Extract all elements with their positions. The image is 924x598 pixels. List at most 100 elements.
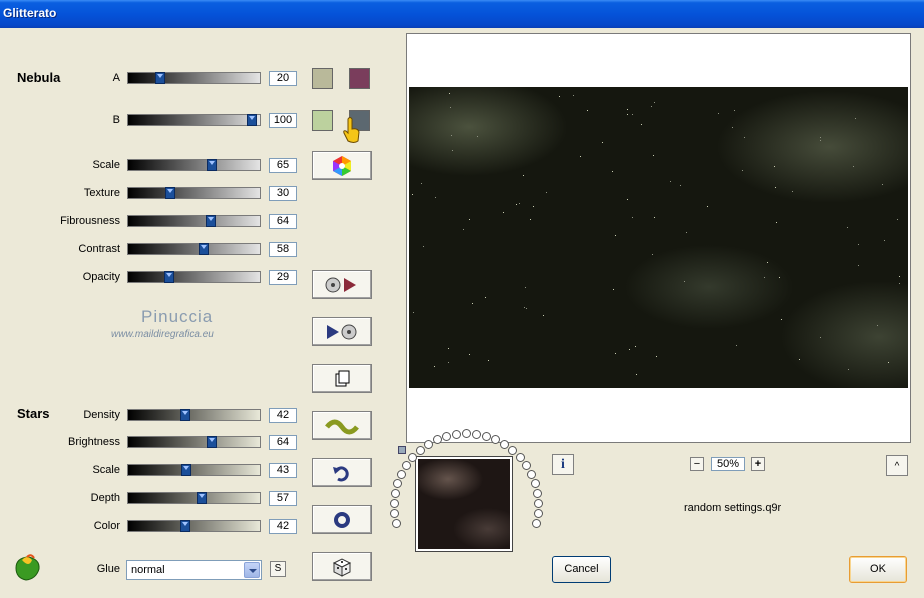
preview-panel[interactable] [406, 33, 911, 443]
navigator-dot[interactable] [416, 446, 425, 455]
nebula-b-value[interactable]: 100 [269, 113, 297, 128]
nebula-scale-slider[interactable] [127, 159, 261, 171]
star-dot [654, 102, 655, 103]
slider-thumb[interactable] [206, 215, 216, 227]
star-dot [524, 307, 525, 308]
reset-button[interactable] [312, 505, 372, 534]
slider-thumb[interactable] [247, 114, 257, 126]
navigator-dot[interactable] [508, 446, 517, 455]
stars-density-slider[interactable] [127, 409, 261, 421]
nebula-contrast-value[interactable]: 58 [269, 242, 297, 257]
nebula-fibrousness-label: Fibrousness [60, 215, 120, 227]
nebula-contrast-label: Contrast [78, 243, 120, 255]
navigator-dot[interactable] [472, 430, 481, 439]
navigator-dot[interactable] [516, 453, 525, 462]
navigator-dot[interactable] [391, 489, 400, 498]
stars-brightness-slider[interactable] [127, 436, 261, 448]
star-dot [543, 315, 544, 316]
load-preset-button[interactable] [312, 270, 372, 299]
glue-s-button[interactable]: S [270, 561, 286, 577]
navigator-dot[interactable] [393, 479, 402, 488]
nebula-texture-value[interactable]: 30 [269, 186, 297, 201]
nebula-fibrousness-slider[interactable] [127, 215, 261, 227]
copy-button[interactable] [312, 364, 372, 393]
navigator-dot[interactable] [527, 470, 536, 479]
stars-depth-value[interactable]: 57 [269, 491, 297, 506]
star-dot [799, 359, 800, 360]
nebula-a-value[interactable]: 20 [269, 71, 297, 86]
nebula-opacity-slider[interactable] [127, 271, 261, 283]
save-preset-button[interactable] [312, 317, 372, 346]
navigator-thumbnail[interactable] [415, 456, 513, 552]
scroll-up-button[interactable]: ^ [886, 455, 908, 476]
star-dot [587, 110, 588, 111]
dialog-body: Nebula A 20 B 100 Scale 65 Texture 30 Fibrousnes… [0, 28, 924, 598]
slider-thumb[interactable] [165, 187, 175, 199]
ok-button[interactable]: OK [849, 556, 907, 583]
nebula-contrast-slider[interactable] [127, 243, 261, 255]
nebula-a-color1-swatch[interactable] [312, 68, 333, 89]
stars-color-value[interactable]: 42 [269, 519, 297, 534]
navigator-dot[interactable] [408, 453, 417, 462]
navigator-dot[interactable] [500, 440, 509, 449]
info-button[interactable]: i [552, 454, 574, 475]
navigator-dot[interactable] [532, 519, 541, 528]
nebula-a-slider[interactable] [127, 72, 261, 84]
slider-thumb[interactable] [155, 72, 165, 84]
undo-button[interactable] [312, 458, 372, 487]
slider-thumb[interactable] [180, 520, 190, 532]
slider-thumb[interactable] [197, 492, 207, 504]
slider-thumb[interactable] [180, 409, 190, 421]
nebula-texture-slider[interactable] [127, 187, 261, 199]
slider-thumb[interactable] [199, 243, 209, 255]
stars-color-slider[interactable] [127, 520, 261, 532]
glue-select[interactable]: normal [126, 560, 262, 580]
nebula-a-color2-swatch[interactable] [349, 68, 370, 89]
preview-image[interactable] [409, 87, 908, 388]
nebula-opacity-value[interactable]: 29 [269, 270, 297, 285]
star-dot [820, 140, 821, 141]
nebula-scale-value[interactable]: 65 [269, 158, 297, 173]
cancel-button[interactable]: Cancel [552, 556, 611, 583]
stars-depth-slider[interactable] [127, 492, 261, 504]
star-dot [742, 170, 743, 171]
navigator-dot[interactable] [531, 479, 540, 488]
zoom-in-button[interactable]: + [751, 457, 765, 471]
slider-thumb[interactable] [207, 436, 217, 448]
navigator-dot[interactable] [390, 509, 399, 518]
navigator-dot[interactable] [433, 435, 442, 444]
navigator-dot[interactable] [482, 432, 491, 441]
star-dot [485, 297, 486, 298]
star-dot [641, 124, 642, 125]
wave-button[interactable] [312, 411, 372, 440]
navigator-dot[interactable] [424, 440, 433, 449]
navigator-dot[interactable] [462, 429, 471, 438]
randomize-colors-button[interactable] [312, 151, 372, 180]
random-dice-button[interactable] [312, 552, 372, 581]
stars-density-value[interactable]: 42 [269, 408, 297, 423]
slider-thumb[interactable] [181, 464, 191, 476]
navigator-dot[interactable] [442, 432, 451, 441]
stars-scale-value[interactable]: 43 [269, 463, 297, 478]
star-dot [884, 240, 885, 241]
navigator-dot[interactable] [402, 461, 411, 470]
navigator-dot[interactable] [452, 430, 461, 439]
nebula-fibrousness-value[interactable]: 64 [269, 214, 297, 229]
navigator-dot[interactable] [397, 470, 406, 479]
stars-scale-slider[interactable] [127, 464, 261, 476]
nebula-b-color1-swatch[interactable] [312, 110, 333, 131]
slider-thumb[interactable] [207, 159, 217, 171]
stars-brightness-value[interactable]: 64 [269, 435, 297, 450]
navigator-dot[interactable] [390, 499, 399, 508]
navigator-dot[interactable] [392, 519, 401, 528]
navigator-dot[interactable] [534, 499, 543, 508]
nebula-b-slider[interactable] [127, 114, 261, 126]
navigator-dot[interactable] [533, 489, 542, 498]
slider-thumb[interactable] [164, 271, 174, 283]
navigator-dot[interactable] [534, 509, 543, 518]
navigator-corner-handle[interactable] [398, 446, 406, 454]
navigator-dot[interactable] [491, 435, 500, 444]
zoom-out-button[interactable]: − [690, 457, 704, 471]
navigator-dot[interactable] [522, 461, 531, 470]
chevron-down-icon[interactable] [244, 562, 260, 578]
